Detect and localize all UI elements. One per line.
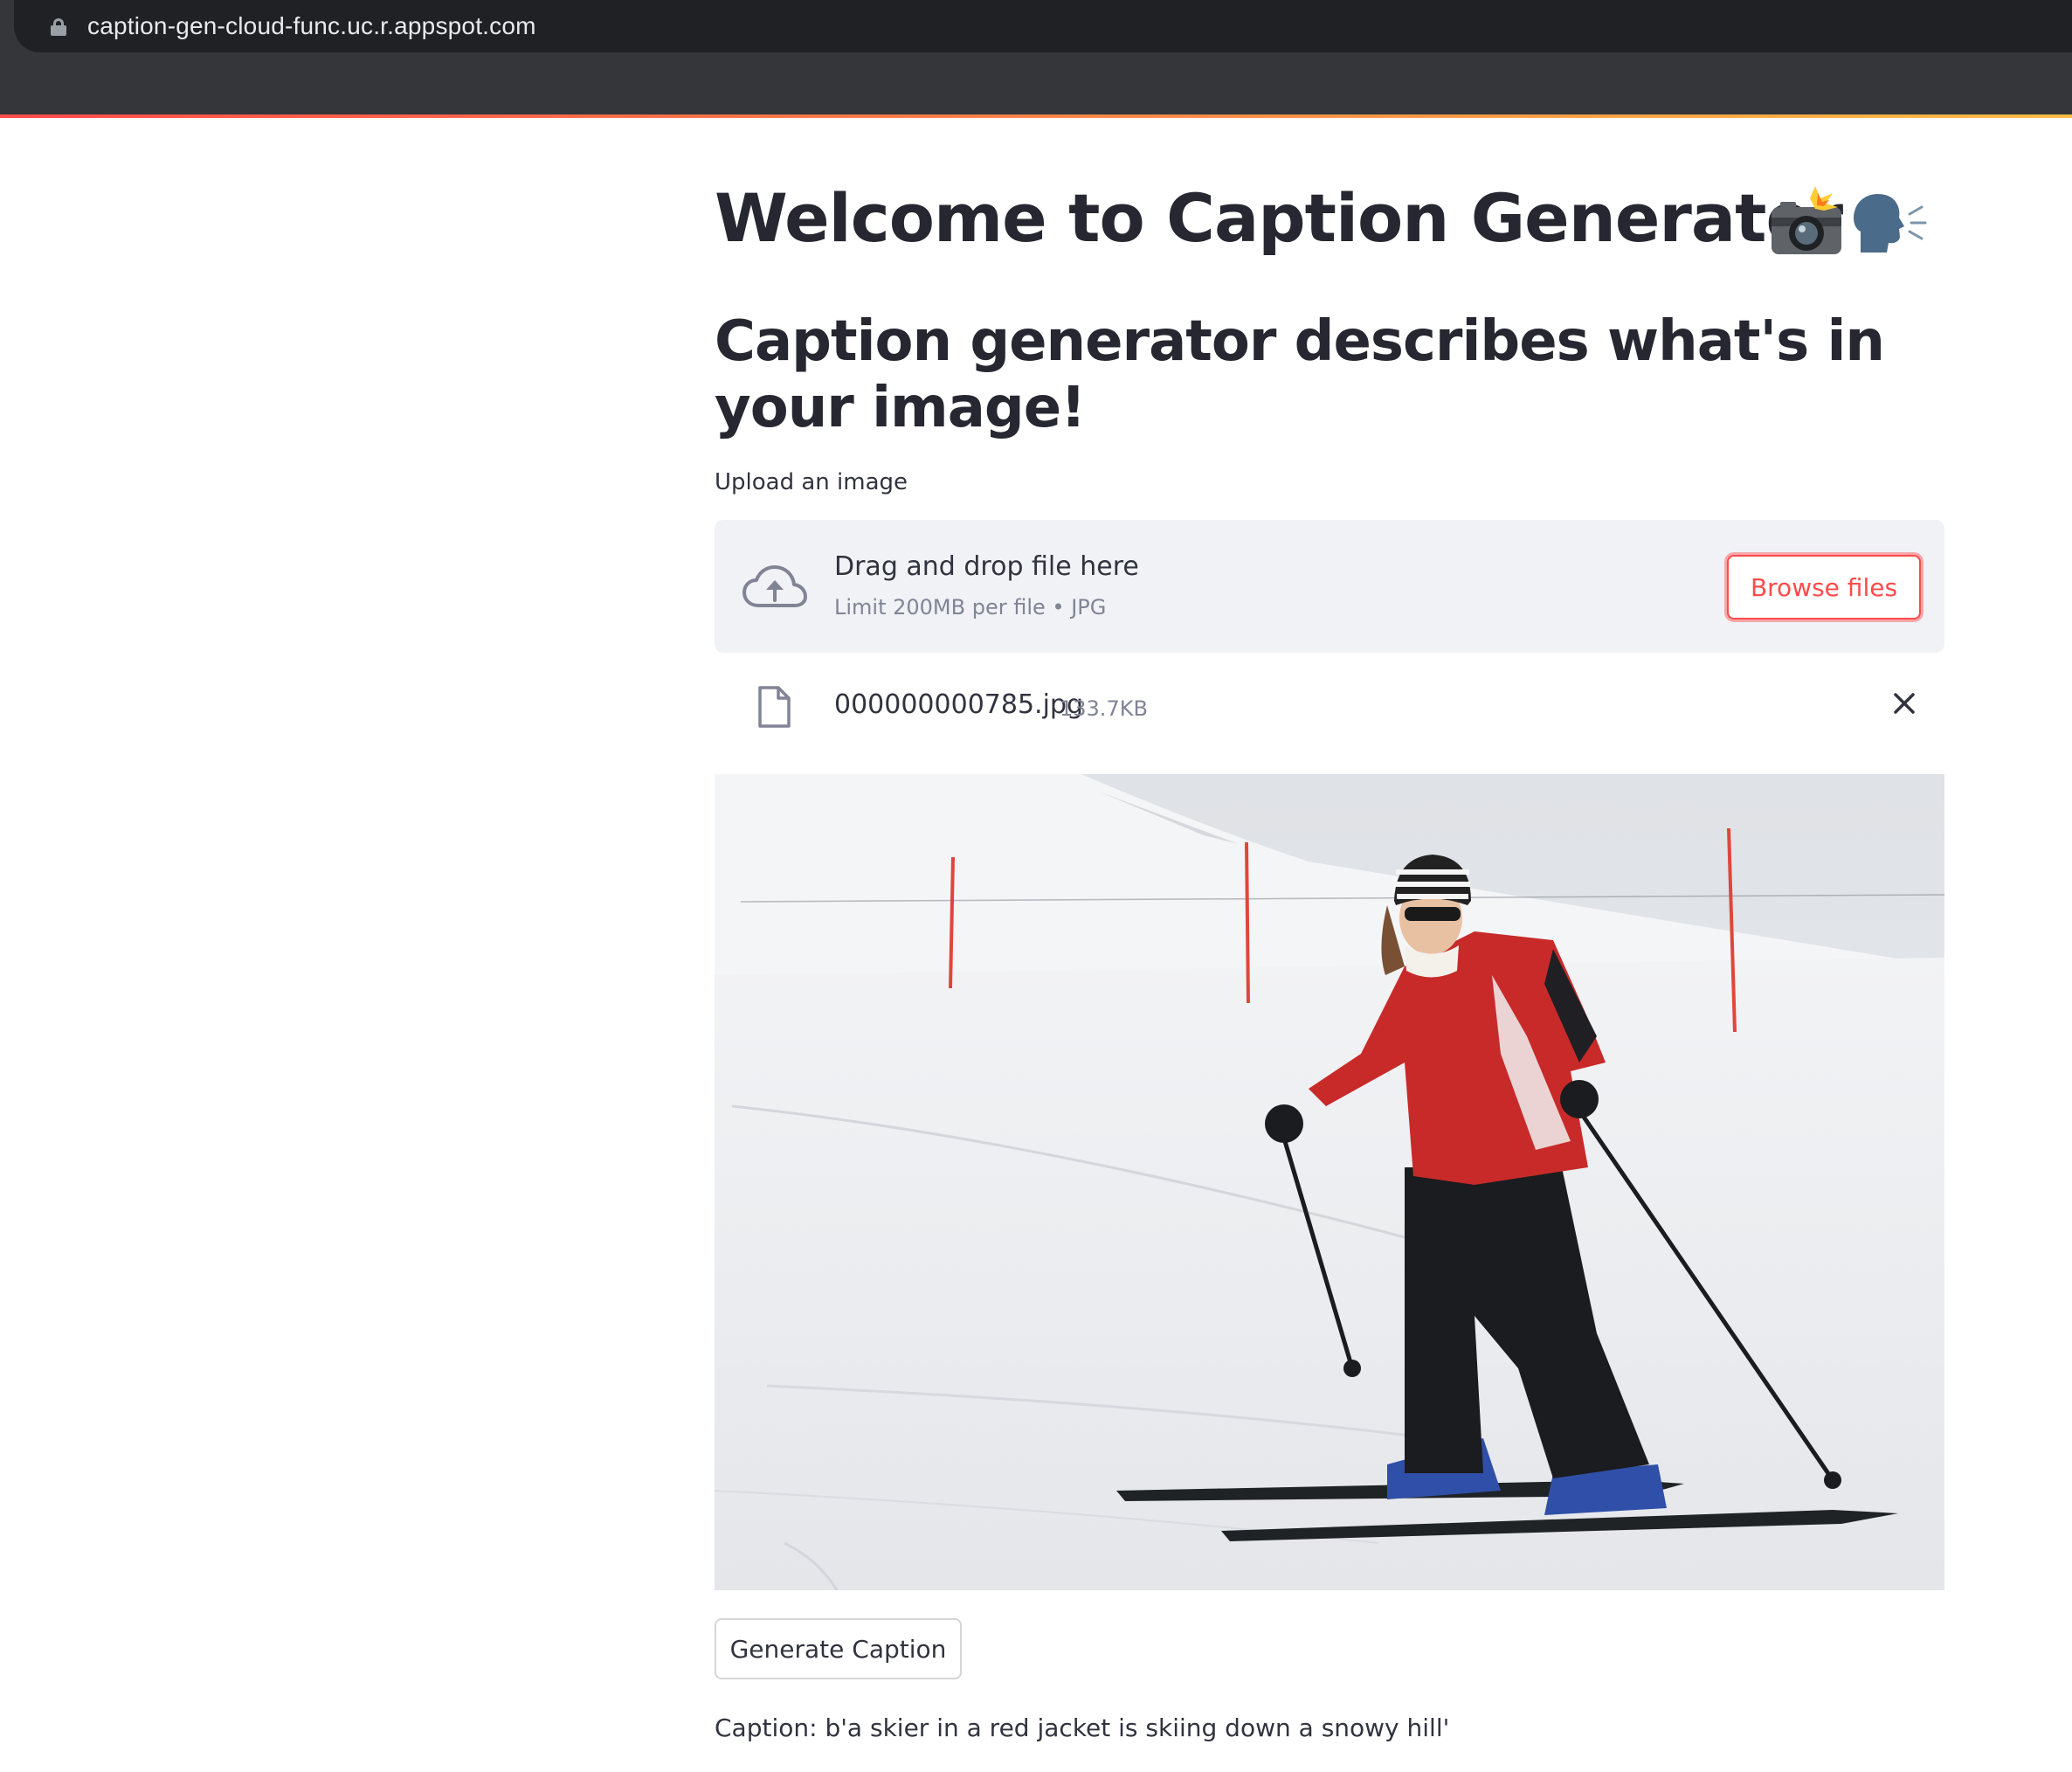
file-size: 133.7KB bbox=[1060, 696, 1148, 721]
file-dropzone[interactable]: Drag and drop file here Limit 200MB per … bbox=[715, 520, 1944, 653]
page-subtitle: Caption generator describes what's in yo… bbox=[715, 309, 1885, 440]
uploaded-file-row: 000000000785.jpg 133.7KB bbox=[715, 677, 1944, 747]
cloud-upload-icon bbox=[742, 565, 807, 607]
header-decoration-line bbox=[0, 114, 2072, 118]
url-text[interactable]: caption-gen-cloud-func.uc.r.appspot.com bbox=[87, 12, 536, 40]
generate-caption-button[interactable]: Generate Caption bbox=[715, 1618, 962, 1679]
address-bar[interactable]: caption-gen-cloud-func.uc.r.appspot.com bbox=[14, 0, 2072, 52]
dropzone-instructions: Drag and drop file here bbox=[834, 551, 1139, 582]
camera-flash-icon bbox=[1772, 186, 1841, 254]
page-title: Welcome to Caption Generator bbox=[715, 179, 1843, 257]
title-emoji-icons bbox=[1772, 186, 1927, 254]
file-icon bbox=[758, 686, 791, 728]
uploaded-image bbox=[715, 774, 1944, 1590]
upload-label: Upload an image bbox=[715, 469, 908, 495]
dropzone-limit: Limit 200MB per file • JPG bbox=[834, 595, 1107, 620]
caption-output: Caption: b'a skier in a red jacket is sk… bbox=[715, 1713, 1450, 1742]
speaking-head-icon bbox=[1854, 193, 1927, 253]
lock-icon bbox=[51, 18, 66, 36]
browse-files-button[interactable]: Browse files bbox=[1727, 555, 1921, 620]
browser-chrome: caption-gen-cloud-func.uc.r.appspot.com bbox=[0, 0, 2072, 117]
file-name: 000000000785.jpg bbox=[834, 689, 1083, 720]
close-icon[interactable] bbox=[1887, 686, 1922, 721]
